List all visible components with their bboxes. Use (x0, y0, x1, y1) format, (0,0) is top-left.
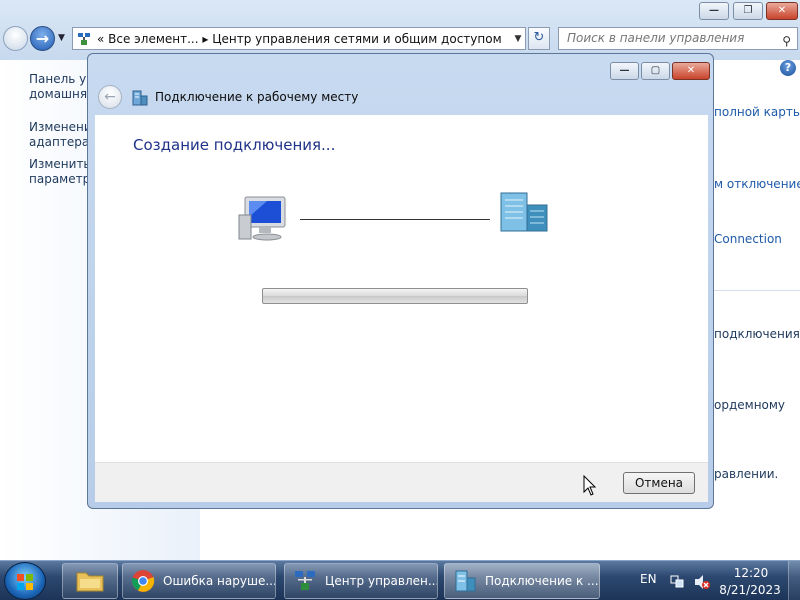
help-icon[interactable]: ? (780, 60, 796, 76)
explorer-frame: — ❐ ✕ → ▼ « Все элемент... ▸ Центр управ… (0, 0, 800, 60)
dialog-maximize-button[interactable]: ▢ (641, 62, 670, 80)
taskbar-item-chrome[interactable]: Ошибка наруше... (122, 563, 276, 599)
taskbar-item-workplace-connection[interactable]: Подключение к ... (444, 563, 600, 599)
forward-button[interactable]: → (30, 26, 55, 51)
arrow-right-icon: → (35, 29, 50, 48)
left-link-control-panel[interactable]: Панель уп (29, 72, 94, 87)
close-icon: ✕ (686, 65, 696, 76)
workplace-network-icon (132, 90, 148, 106)
search-icon[interactable]: ⚲ (782, 31, 791, 52)
network-icon (78, 32, 90, 45)
workplace-connection-icon (455, 570, 476, 592)
refresh-icon: ↻ (533, 30, 545, 45)
dialog-content: Создание подключения... (95, 115, 708, 462)
dialog-minimize-button[interactable]: — (610, 62, 639, 80)
status-heading: Создание подключения... (133, 136, 336, 154)
taskbar-explorer-button[interactable] (62, 563, 118, 599)
left-link-change-settings[interactable]: Изменить (29, 157, 91, 172)
restore-icon: ❐ (743, 5, 753, 16)
dialog-title: Подключение к рабочему месту (155, 90, 359, 104)
folder-icon (76, 572, 104, 592)
taskbar-item-network-center[interactable]: Центр управлен... (284, 563, 438, 599)
search-placeholder: Поиск в панели управления (567, 31, 745, 45)
dialog-close-button[interactable]: ✕ (672, 62, 710, 80)
right-text-modem: ордемному (714, 398, 786, 412)
mouse-cursor-icon (583, 475, 597, 496)
maximize-icon: ▢ (650, 65, 661, 76)
right-divider (714, 290, 800, 291)
right-link-disconnect[interactable]: м отключение (714, 177, 800, 191)
minimize-icon: — (619, 65, 630, 76)
explorer-close-button[interactable]: ✕ (766, 2, 798, 20)
history-dropdown[interactable]: ▼ (58, 33, 68, 43)
cancel-button[interactable]: Отмена (623, 472, 695, 494)
volume-muted-icon[interactable] (694, 574, 710, 590)
taskbar: Ошибка наруше... Центр управлен... Подкл… (0, 560, 800, 600)
start-button[interactable] (4, 562, 46, 600)
workplace-server-icon (500, 192, 548, 232)
address-bar[interactable]: « Все элемент... ▸ Центр управления сетя… (72, 27, 526, 50)
arrow-left-icon: ← (104, 89, 116, 105)
taskbar-item-label: Подключение к ... (485, 574, 599, 588)
explorer-maximize-button[interactable]: ❐ (733, 2, 763, 20)
taskbar-item-label: Центр управлен... (325, 574, 437, 588)
taskbar-item-label: Ошибка наруше... (163, 574, 275, 588)
left-link-change-adapter-line2[interactable]: адаптера (29, 135, 89, 150)
dialog-back-button[interactable]: ← (98, 85, 122, 109)
connection-progress-bar (262, 288, 528, 304)
connection-line (300, 219, 490, 220)
network-center-icon (295, 571, 315, 590)
clock-time[interactable]: 12:20 (722, 566, 780, 580)
computer-icon (238, 196, 286, 241)
right-link-connection[interactable]: Connection (714, 232, 782, 246)
connect-to-workplace-dialog: — ▢ ✕ ← Подключение к рабочему месту Соз… (87, 53, 714, 509)
chrome-icon (132, 570, 155, 592)
show-desktop-button[interactable] (788, 561, 800, 600)
explorer-minimize-button[interactable]: — (699, 2, 729, 20)
left-link-change-adapter[interactable]: Изменени (29, 120, 92, 135)
minimize-icon: — (709, 5, 719, 16)
language-indicator[interactable]: EN (640, 572, 657, 586)
address-path: « Все элемент... ▸ Центр управления сетя… (97, 31, 502, 46)
windows-logo-icon (17, 574, 33, 590)
clock-date[interactable]: 8/21/2023 (718, 583, 782, 597)
right-text-connections: подключения (714, 327, 800, 341)
right-link-full-map[interactable]: полной карты (714, 105, 800, 119)
network-tray-icon[interactable] (670, 574, 684, 588)
left-link-control-panel-line2[interactable]: домашняя (29, 87, 94, 102)
search-input[interactable]: Поиск в панели управления ⚲ (558, 27, 798, 50)
back-button[interactable] (3, 26, 28, 51)
close-icon: ✕ (777, 5, 787, 16)
address-dropdown-icon[interactable]: ▼ (511, 34, 525, 44)
refresh-button[interactable]: ↻ (528, 27, 550, 50)
right-text-management: равлении. (714, 467, 779, 481)
dialog-footer: Отмена (95, 462, 708, 502)
